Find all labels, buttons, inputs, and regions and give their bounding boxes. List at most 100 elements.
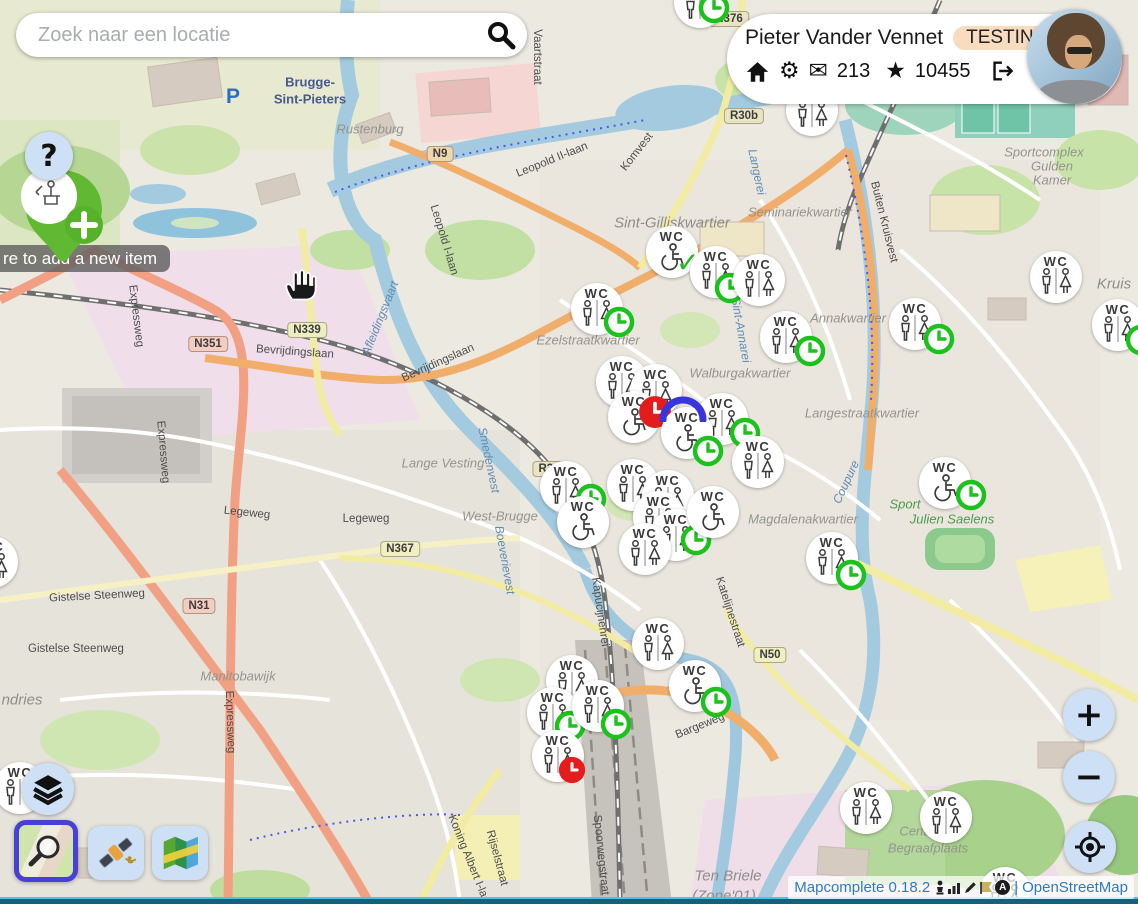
home-icon[interactable] [745,59,770,83]
wc-marker-label: WC [747,258,772,271]
user-name: Pieter Vander Vennet [745,26,943,50]
wc-marker-label: WC [664,513,689,526]
wheelchair-icon [928,474,962,504]
selection-arc-icon [658,394,708,422]
wc-marker[interactable]: WC [840,782,892,834]
minus-icon: − [1075,760,1104,794]
plus-icon: + [1075,698,1104,732]
toilet-male-female-icon [682,0,718,20]
statistics-chart-icon [947,881,962,895]
toilet-male-female-icon [814,549,850,576]
toilet-male-female-icon [698,263,734,290]
basemap-satellite-button[interactable] [88,826,144,880]
wc-marker[interactable]: WC [760,311,812,363]
crosshair-icon [1073,830,1107,864]
toilet-male-female-icon [579,300,615,327]
magnifier-map-icon [26,831,66,871]
wc-marker-label: WC [710,397,735,410]
toilet-male-female-icon [640,635,676,662]
wc-marker-label: WC [1106,303,1131,316]
pencil-icon [963,880,978,895]
wc-marker-label: WC [656,474,681,487]
help-button[interactable]: ? [25,132,73,180]
zoom-in-button[interactable]: + [1063,689,1115,741]
wc-marker-label: WC [560,659,585,672]
wc-marker-label: WC [701,490,726,503]
marker-layer: WCWCWC✓WCWCWCWCWCWCWCWCWCWCWCWCWCWCWCWCW… [0,0,1138,904]
toilet-male-female-icon [535,704,571,731]
wc-marker-label: WC [633,527,658,540]
wc-marker-label: WC [683,664,708,677]
geolocate-button[interactable] [1064,821,1116,873]
toilet-male-female-icon [580,697,616,724]
wc-marker[interactable]: WC [669,660,721,712]
wc-marker[interactable]: WC [0,536,18,588]
toilet-male-female-icon [627,540,663,567]
wc-marker-label: WC [644,368,669,381]
toilet-male-female-icon [1038,268,1074,295]
wc-marker[interactable]: WC [687,486,739,538]
wc-marker[interactable]: WC [532,730,584,782]
wc-marker[interactable]: WC [572,680,624,732]
toilet-male-female-icon [540,747,576,774]
contributor-figure-icon [934,880,946,895]
wc-marker-label: WC [554,465,579,478]
messages-count[interactable]: 213 [837,60,870,83]
wheelchair-icon [655,243,689,273]
wc-marker[interactable]: WC [619,523,671,575]
attribution-separator: | [1014,879,1018,896]
user-avatar[interactable] [1027,9,1122,104]
wc-marker-label: WC [647,495,672,508]
wheelchair-icon [566,513,600,543]
toilet-male-female-icon [1100,316,1136,343]
wc-marker-label: WC [746,440,771,453]
wc-marker[interactable]: WC [1092,299,1138,351]
add-item-pin[interactable] [8,162,118,262]
blue-arc-indicator [658,394,708,422]
wc-marker[interactable]: WC [1030,251,1082,303]
basemap-osm-button[interactable] [14,820,78,882]
help-button-label: ? [40,139,57,174]
wc-marker[interactable]: WC [571,283,623,335]
wc-marker-label: WC [571,500,596,513]
map-flag-icon [979,880,994,895]
search-input[interactable] [36,23,485,48]
circle-a-icon: A [995,880,1010,895]
wc-marker[interactable]: WC [732,436,784,488]
attribution-app[interactable]: Mapcomplete 0.18.2 [794,879,930,896]
search-bar[interactable] [16,13,527,57]
logout-icon[interactable] [988,59,1014,83]
wc-marker[interactable]: WC [919,457,971,509]
wc-marker-label: WC [541,691,566,704]
wc-marker-label: WC [610,360,635,373]
wc-marker-label: WC [933,461,958,474]
attribution-bar: Mapcomplete 0.18.2 A | OpenStreetMap [788,876,1134,899]
envelope-icon[interactable]: ✉ [809,60,828,83]
attribution-osm-link[interactable]: OpenStreetMap [1022,879,1128,896]
wc-marker[interactable]: WC [889,298,941,350]
toilet-male-female-icon [768,328,804,355]
changesets-count[interactable]: 10455 [915,60,971,83]
toilet-male-female-icon [741,271,777,298]
wc-marker[interactable]: WC [733,254,785,306]
basemap-map-button[interactable] [152,826,208,880]
gear-icon[interactable]: ⚙ [779,60,800,83]
wc-marker-label: WC [660,230,685,243]
wc-marker[interactable]: WC [674,0,726,28]
wc-marker-label: WC [585,287,610,300]
wc-marker-label: WC [903,302,928,315]
wc-marker[interactable]: WC [806,532,858,584]
wc-marker[interactable]: WC [920,791,972,843]
wc-marker-label: WC [0,540,4,553]
toilet-male-female-icon [928,808,964,835]
search-icon[interactable] [485,19,517,51]
wc-marker-label: WC [854,786,879,799]
wc-marker[interactable]: WC [632,618,684,670]
wheelchair-icon [696,503,730,533]
wc-marker[interactable]: WC [557,496,609,548]
zoom-out-button[interactable]: − [1063,751,1115,803]
wc-marker-label: WC [774,315,799,328]
star-icon[interactable]: ★ [885,60,906,83]
layers-button[interactable] [22,763,74,815]
wc-marker-label: WC [934,795,959,808]
